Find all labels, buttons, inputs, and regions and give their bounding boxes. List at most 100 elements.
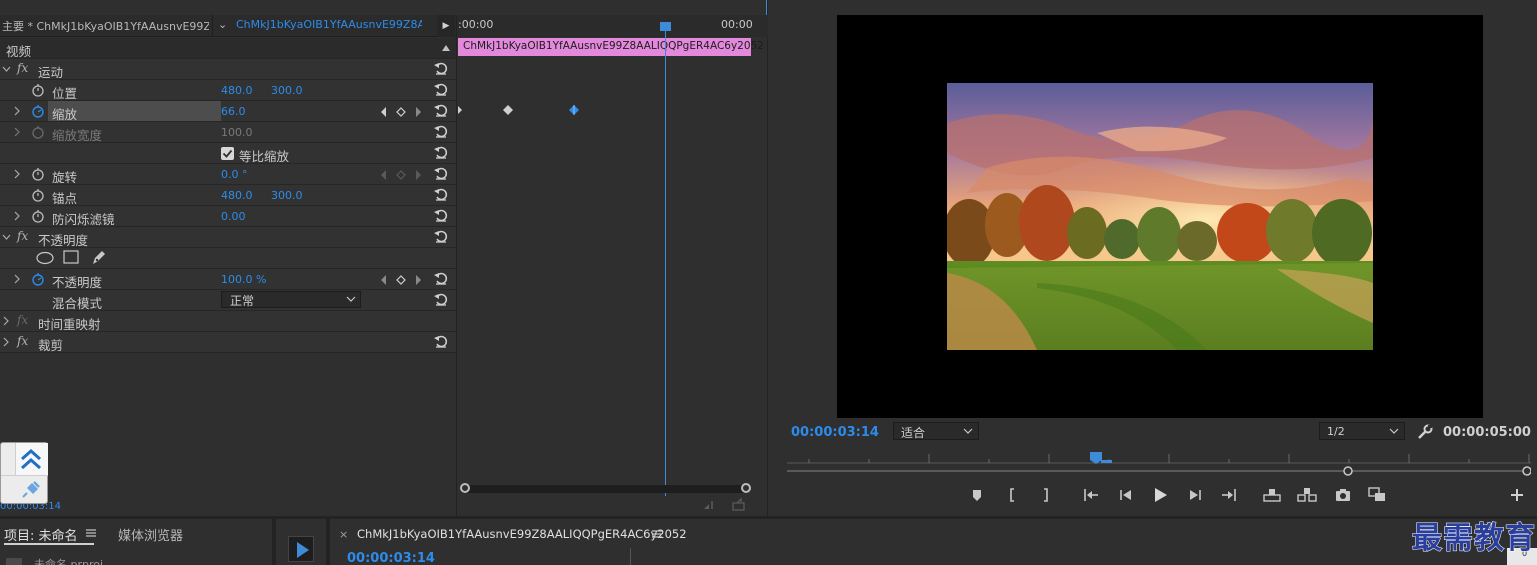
playback-resolution-value: 1/2 [1327, 425, 1345, 438]
timeline-playhead[interactable] [665, 23, 666, 496]
program-time-ruler[interactable] [787, 448, 1531, 464]
reset-icon[interactable] [433, 270, 449, 286]
stopwatch-icon[interactable] [31, 167, 45, 181]
playback-resolution-dropdown[interactable]: 1/2 [1319, 422, 1405, 440]
close-tab-icon[interactable]: × [339, 528, 348, 541]
brand-watermark: 最需教育 [1412, 521, 1536, 557]
timeline-clip-bar[interactable]: ChMkJ1bKyaOIB1YfAAusnvE99Z8AALIQQPgER4AC… [458, 38, 764, 56]
keyframe-navigator[interactable] [380, 106, 424, 118]
rotation-value[interactable]: 0.0 ° [221, 168, 248, 181]
double-chevron-up-icon[interactable] [19, 447, 43, 471]
stopwatch-icon[interactable] [31, 209, 45, 223]
lift-icon[interactable] [1261, 484, 1283, 506]
play-icon[interactable] [1149, 484, 1171, 506]
stopwatch-icon[interactable] [31, 83, 45, 97]
reset-icon[interactable] [433, 165, 449, 181]
panel-menu-icon[interactable] [651, 528, 663, 540]
panel-menu-icon[interactable] [85, 527, 97, 539]
go-to-in-icon[interactable] [1080, 484, 1102, 506]
expand-right-icon[interactable] [2, 316, 10, 326]
reset-icon[interactable] [433, 81, 449, 97]
fx-icon[interactable]: fx [17, 229, 28, 243]
expand-right-icon[interactable] [13, 211, 21, 221]
scroll-start-handle[interactable] [460, 483, 470, 493]
collapse-down-icon[interactable] [2, 65, 11, 73]
position-x-value[interactable]: 480.0 [221, 84, 253, 97]
effect-controls-timeline[interactable]: :00:00 00:00 ChMkJ1bKyaOIB1YfAAusnvE99Z8… [456, 15, 768, 516]
chevron-down-icon [346, 296, 356, 302]
go-to-out-icon[interactable] [1218, 484, 1240, 506]
reset-icon[interactable] [433, 60, 449, 76]
anchor-x-value[interactable]: 480.0 [221, 189, 253, 202]
export-frame-icon[interactable] [732, 498, 746, 511]
sequence-timecode[interactable]: 00:00:03:14 [347, 551, 435, 565]
sequence-clip-tab[interactable]: ChMkJ1bKyaOIB1YfAAusnvE99Z8AA... [236, 18, 422, 31]
chevron-down-icon[interactable]: ⌄ [218, 18, 227, 31]
reset-icon[interactable] [433, 333, 449, 349]
reset-icon[interactable] [433, 102, 449, 118]
collapse-up-icon[interactable] [441, 44, 451, 52]
stopwatch-active-icon[interactable] [31, 104, 45, 118]
audio-scrub-icon[interactable] [703, 499, 717, 511]
stopwatch-icon[interactable] [31, 188, 45, 202]
fx-icon[interactable]: fx [17, 61, 28, 75]
expand-right-icon[interactable] [13, 169, 21, 179]
pin-icon[interactable] [21, 479, 43, 499]
fx-icon[interactable]: fx [17, 334, 28, 348]
effect-controls-header: 主要 * ChMkJ1bKyaOIB1YfAAusnvE99Z... ⌄ ChM… [0, 15, 456, 37]
project-tab[interactable]: 项目: 未命名 [4, 525, 78, 544]
stopwatch-active-icon[interactable] [31, 272, 45, 286]
timeline-ruler[interactable]: :00:00 00:00 [457, 15, 768, 37]
step-forward-icon[interactable] [1184, 484, 1206, 506]
rectangle-mask-icon[interactable] [63, 250, 79, 265]
multi-camera-icon[interactable] [1366, 484, 1388, 506]
fit-zoom-dropdown[interactable]: 适合 [893, 422, 979, 440]
timeline-scrollbar[interactable] [460, 483, 751, 493]
reset-icon[interactable] [433, 291, 449, 307]
master-clip-tab[interactable]: 主要 * ChMkJ1bKyaOIB1YfAAusnvE99Z... [2, 18, 209, 34]
keyframe-navigator[interactable] [380, 274, 424, 286]
ellipse-mask-icon[interactable] [36, 251, 54, 265]
program-zoom-bar[interactable] [787, 466, 1531, 476]
scale-value[interactable]: 66.0 [221, 105, 246, 118]
reset-icon[interactable] [433, 228, 449, 244]
mark-out-icon[interactable] [1034, 484, 1056, 506]
step-back-icon[interactable] [1115, 484, 1137, 506]
media-browser-tab[interactable]: 媒体浏览器 [118, 525, 183, 544]
pen-mask-icon[interactable] [90, 249, 107, 266]
reset-icon[interactable] [433, 186, 449, 202]
wrench-icon[interactable] [1417, 424, 1433, 440]
anchor-label: 锚点 [52, 191, 78, 206]
reset-icon[interactable] [433, 123, 449, 139]
blend-mode-label: 混合模式 [52, 296, 103, 311]
play-arrow-icon[interactable]: ▶ [437, 15, 455, 37]
floating-tool-widget[interactable] [0, 442, 48, 504]
uniform-scale-checkbox[interactable] [221, 147, 234, 160]
scale-keyframes[interactable] [457, 103, 768, 117]
scroll-end-handle[interactable] [741, 483, 751, 493]
blend-mode-value: 正常 [230, 294, 255, 308]
expand-right-icon[interactable] [13, 106, 21, 116]
project-file-name[interactable]: 未命名.prproj [34, 556, 103, 565]
anchor-y-value[interactable]: 300.0 [271, 189, 303, 202]
program-current-timecode[interactable]: 00:00:03:14 [791, 425, 879, 440]
collapse-down-icon[interactable] [2, 233, 11, 241]
mark-in-icon[interactable] [1002, 484, 1024, 506]
selection-tool-button[interactable] [288, 536, 314, 562]
expand-right-icon[interactable] [13, 274, 21, 284]
extract-icon[interactable] [1296, 484, 1318, 506]
playhead-handle[interactable] [660, 22, 671, 31]
opacity-value[interactable]: 100.0 % [221, 273, 266, 286]
reset-icon[interactable] [433, 207, 449, 223]
add-button-icon[interactable] [1509, 487, 1525, 503]
expand-right-icon[interactable] [2, 337, 10, 347]
reset-icon[interactable] [433, 144, 449, 160]
rotation-row: 旋转 0.0 ° [0, 164, 456, 185]
position-y-value[interactable]: 300.0 [271, 84, 303, 97]
anti-flicker-value[interactable]: 0.00 [221, 210, 246, 223]
camera-icon[interactable] [1332, 484, 1354, 506]
sequence-tab[interactable]: ChMkJ1bKyaOIB1YfAAusnvE99Z8AALIQQPgER4AC… [357, 527, 687, 541]
blend-mode-dropdown[interactable]: 正常 [221, 291, 361, 308]
add-marker-icon[interactable] [966, 484, 988, 506]
expand-right-icon[interactable] [13, 127, 21, 137]
